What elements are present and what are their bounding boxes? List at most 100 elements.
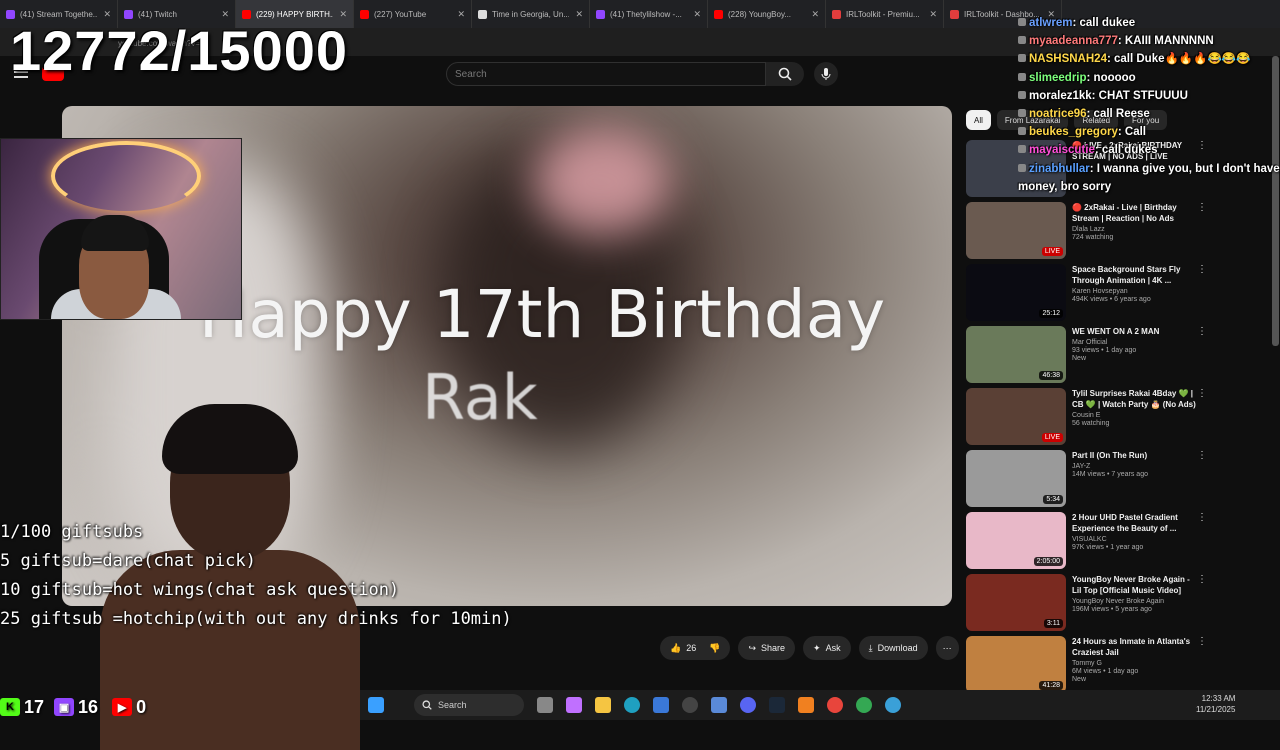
more-options-icon[interactable]: ⋮ — [1196, 512, 1208, 574]
close-tab-icon[interactable]: ✕ — [693, 9, 701, 20]
taskbar-search[interactable]: Search — [414, 694, 524, 716]
channel-name[interactable]: Cousin E — [1072, 412, 1196, 419]
video-thumbnail[interactable]: 5:34 — [966, 450, 1066, 507]
browser-tab[interactable]: (228) YoungBoy... ✕ — [708, 0, 826, 28]
video-thumbnail[interactable]: 25:12 — [966, 264, 1066, 321]
channel-name[interactable]: Tommy G — [1072, 660, 1196, 667]
video-title[interactable]: Space Background Stars Fly Through Anima… — [1072, 264, 1196, 286]
close-tab-icon[interactable]: ✕ — [575, 9, 583, 20]
video-title[interactable]: Tylil Surprises Rakai 4Bday 💚 | CB 💚 | W… — [1072, 388, 1196, 410]
browser-tab[interactable]: Time in Georgia, Un... ✕ — [472, 0, 590, 28]
close-tab-icon[interactable]: ✕ — [457, 9, 465, 20]
recommended-video[interactable]: LIVE Tylil Surprises Rakai 4Bday 💚 | CB 💚… — [966, 388, 1216, 450]
copilot-icon[interactable] — [566, 697, 582, 713]
recommended-video[interactable]: 2:05:00 2 Hour UHD Pastel Gradient Experi… — [966, 512, 1216, 574]
task-view-icon[interactable] — [537, 697, 553, 713]
video-title[interactable]: 2 Hour UHD Pastel Gradient Experience th… — [1072, 512, 1196, 534]
more-options-icon[interactable]: ⋮ — [1196, 202, 1208, 264]
recommended-video[interactable]: 41:28 24 Hours as Inmate in Atlanta's Cra… — [966, 636, 1216, 698]
search-input[interactable]: Search — [446, 62, 766, 86]
channel-name[interactable]: Dlala Lazz — [1072, 226, 1196, 233]
video-duration: LIVE — [1041, 433, 1063, 442]
more-options-icon[interactable]: ⋮ — [1196, 574, 1208, 636]
recommended-video[interactable]: LIVE 🔴 2xRakai - Live | Birthday Stream |… — [966, 202, 1216, 264]
search-button[interactable] — [766, 62, 804, 86]
windows-taskbar: Search — [360, 690, 1280, 720]
edge-icon[interactable] — [624, 697, 640, 713]
browser-tab[interactable]: (227) YouTube ✕ — [354, 0, 472, 28]
clock-time: 12:33 AM — [1201, 694, 1236, 703]
filter-chip[interactable]: All — [966, 110, 991, 130]
twitch-icon: ▣ — [54, 698, 75, 716]
chrome-active-icon[interactable] — [856, 697, 872, 713]
recommended-video[interactable]: 25:12 Space Background Stars Fly Through … — [966, 264, 1216, 326]
goal-line: 25 giftsub =hotchip(with out any drinks … — [0, 609, 512, 629]
close-tab-icon[interactable]: ✕ — [929, 9, 937, 20]
video-thumbnail[interactable]: LIVE — [966, 202, 1066, 259]
new-badge: New — [1072, 676, 1087, 683]
chat-badge-icon — [1018, 90, 1026, 99]
chat-message: zinabhullar: I wanna give you, but I don… — [1018, 160, 1280, 196]
like-button[interactable]: 👍 26 👎 — [660, 636, 731, 660]
file-explorer-icon[interactable] — [595, 697, 611, 713]
steam-icon[interactable] — [769, 697, 785, 713]
video-meta: YoungBoy Never Broke Again - Lil Top [Of… — [1066, 574, 1196, 636]
channel-name[interactable]: Karen Hovsepyan — [1072, 288, 1196, 295]
video-title[interactable]: 24 Hours as Inmate in Atlanta's Craziest… — [1072, 636, 1196, 658]
goal-line: 10 giftsub=hot wings(chat ask question) — [0, 580, 400, 600]
more-actions-button[interactable]: ⋯ — [935, 636, 959, 660]
tab-favicon-icon — [478, 9, 487, 19]
recommended-video[interactable]: 5:34 Part II (On The Run) JAY-Z 14M views •… — [966, 450, 1216, 512]
more-options-icon[interactable]: ⋮ — [1196, 264, 1208, 326]
browser-tab[interactable]: (41) Thetylilshow -... ✕ — [590, 0, 708, 28]
browser-tab[interactable]: IRLToolkit - Premiu... ✕ — [826, 0, 944, 28]
close-tab-icon[interactable]: ✕ — [811, 9, 819, 20]
streamer-webcam — [0, 138, 242, 320]
settings-icon[interactable] — [711, 697, 727, 713]
windows-start-icon[interactable] — [368, 697, 384, 713]
gift-sub-goals: 1/100 giftsubs 5 giftsub=dare(chat pick)… — [0, 518, 512, 634]
vlc-icon[interactable] — [798, 697, 814, 713]
channel-name[interactable]: Mar Official — [1072, 339, 1196, 346]
discord-icon[interactable] — [740, 697, 756, 713]
thumbs-up-icon: 👍 — [670, 642, 682, 653]
channel-name[interactable]: VISUALKC — [1072, 536, 1196, 543]
chat-text: : call Reese — [1086, 108, 1150, 121]
recommended-video[interactable]: 46:38 WE WENT ON A 2 MAN Mar Official 93 vi… — [966, 326, 1216, 388]
video-thumbnail[interactable]: LIVE — [966, 388, 1066, 445]
chrome-icon[interactable] — [827, 697, 843, 713]
twitch-viewers: 16 — [78, 696, 99, 717]
share-button[interactable]: ↪ Share — [738, 636, 796, 660]
video-thumbnail[interactable]: 2:05:00 — [966, 512, 1066, 569]
chat-username: zinabhullar — [1029, 162, 1090, 175]
video-thumbnail[interactable]: 46:38 — [966, 326, 1066, 383]
video-title[interactable]: YoungBoy Never Broke Again - Lil Top [Of… — [1072, 574, 1196, 596]
ask-button[interactable]: ✦ Ask — [803, 636, 851, 660]
app-icon[interactable] — [885, 697, 901, 713]
tab-label: Time in Georgia, Un... — [492, 9, 570, 19]
system-clock[interactable]: 12:33 AM 11/21/2025 — [1196, 693, 1235, 715]
more-options-icon[interactable]: ⋮ — [1196, 326, 1208, 388]
channel-name[interactable]: JAY-Z — [1072, 463, 1196, 470]
video-thumbnail[interactable]: 3:11 — [966, 574, 1066, 631]
dislike-icon[interactable]: 👎 — [709, 643, 720, 654]
video-action-bar: 👍 26 👎 ↪ Share ✦ Ask ⤓ Download ⋯ — [660, 636, 959, 660]
taskbar-search-label: Search — [438, 700, 467, 710]
youtube-viewers: 0 — [136, 696, 147, 717]
obs-icon[interactable] — [682, 697, 698, 713]
video-title[interactable]: Part II (On The Run) — [1072, 450, 1196, 461]
video-title[interactable]: 🔴 2xRakai - Live | Birthday Stream | Rea… — [1072, 202, 1196, 224]
more-options-icon[interactable]: ⋮ — [1196, 636, 1208, 698]
video-thumbnail[interactable]: 41:28 — [966, 636, 1066, 693]
download-button[interactable]: ⤓ Download — [858, 636, 928, 660]
chat-username: noatrice96 — [1029, 108, 1087, 121]
chat-username: myaadeanna777 — [1029, 35, 1118, 48]
recommended-video[interactable]: 3:11 YoungBoy Never Broke Again - Lil Top… — [966, 574, 1216, 636]
voice-search-button[interactable] — [814, 62, 838, 86]
more-options-icon[interactable]: ⋮ — [1196, 388, 1208, 450]
video-title[interactable]: WE WENT ON A 2 MAN — [1072, 326, 1196, 337]
store-icon[interactable] — [653, 697, 669, 713]
channel-name[interactable]: YoungBoy Never Broke Again — [1072, 598, 1196, 605]
share-label: Share — [761, 643, 786, 653]
more-options-icon[interactable]: ⋮ — [1196, 450, 1208, 512]
